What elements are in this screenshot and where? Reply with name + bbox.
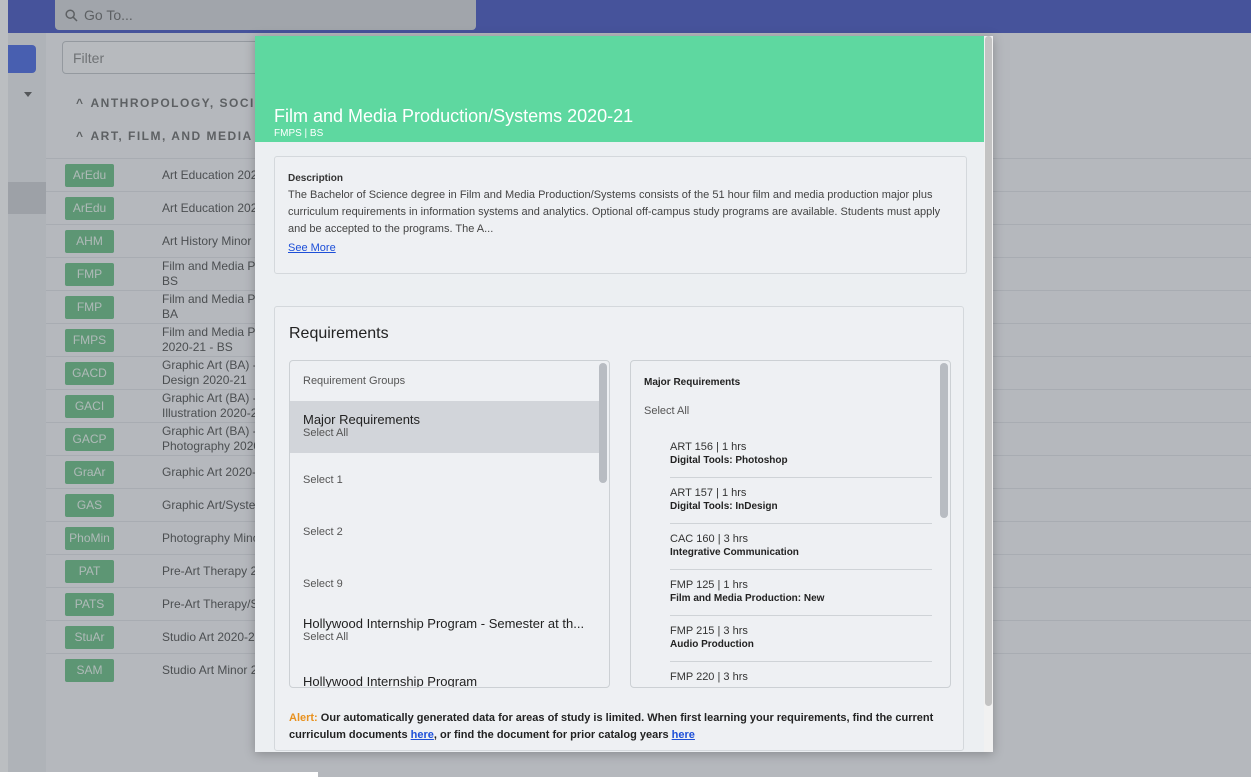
- requirement-group-name: Hollywood Internship Program - Semester …: [303, 616, 585, 631]
- course-item[interactable]: ART 156 | 1 hrs Digital Tools: Photoshop: [670, 431, 932, 478]
- course-code: ART 156 | 1 hrs: [670, 441, 747, 453]
- description-text: The Bachelor of Science degree in Film a…: [288, 189, 941, 235]
- course-name: Audio Production: [670, 639, 754, 650]
- curriculum-link[interactable]: here: [411, 729, 434, 741]
- requirement-group[interactable]: Hollywood Internship Program - Semester …: [290, 605, 600, 655]
- course-name: Film and Media Production: New: [670, 593, 825, 604]
- prior-catalog-link[interactable]: here: [672, 729, 695, 741]
- requirements-card: Requirements Requirement Groups Major Re…: [274, 306, 964, 751]
- course-name: Digital Tools: Photoshop: [670, 455, 788, 466]
- requirement-group-name: Hollywood Internship Program: [303, 674, 478, 688]
- requirement-group-rule: Select 1: [303, 474, 343, 486]
- see-more-link[interactable]: See More: [288, 242, 336, 254]
- requirement-group[interactable]: Select 2: [290, 513, 600, 553]
- groups-scrollbar[interactable]: [599, 363, 607, 483]
- requirement-group-rule: Select All: [303, 427, 349, 439]
- modal-title: Film and Media Production/Systems 2020-2…: [274, 106, 634, 126]
- description-heading: Description: [288, 173, 344, 184]
- course-code: FMP 220 | 3 hrs: [670, 671, 748, 683]
- course-item[interactable]: CAC 160 | 3 hrs Integrative Communication: [670, 523, 932, 570]
- course-code: FMP 215 | 3 hrs: [670, 625, 748, 637]
- select-all-link[interactable]: Select All: [644, 405, 689, 417]
- modal-subtitle: FMPS | BS: [274, 128, 324, 139]
- bottom-edge: [0, 772, 318, 777]
- alert-message: Alert: Our automatically generated data …: [289, 712, 934, 741]
- course-code: CAC 160 | 3 hrs: [670, 533, 749, 545]
- alert-label: Alert:: [289, 712, 318, 724]
- requirements-title: Requirements: [289, 325, 389, 342]
- modal-header: Film and Media Production/Systems 2020-2…: [255, 36, 985, 142]
- courses-scrollbar[interactable]: [940, 363, 948, 518]
- description-card: Description The Bachelor of Science degr…: [274, 156, 967, 274]
- requirement-group-rule: Select 2: [303, 526, 343, 538]
- requirement-group[interactable]: Hollywood Internship Program: [290, 661, 600, 688]
- requirement-group[interactable]: Select 1: [290, 461, 600, 501]
- course-name: Digital Tools: InDesign: [670, 501, 778, 512]
- requirement-group-name: Major Requirements: [303, 412, 421, 427]
- course-code: ART 157 | 1 hrs: [670, 487, 747, 499]
- major-requirements-panel: Major Requirements Select All ART 156 | …: [630, 360, 951, 688]
- requirement-group[interactable]: Select 9: [290, 565, 600, 605]
- modal-scroll-thumb[interactable]: [985, 36, 992, 706]
- course-item[interactable]: FMP 125 | 1 hrs Film and Media Production…: [670, 569, 932, 616]
- requirement-groups-panel: Requirement Groups Major Requirements Sel…: [289, 360, 610, 688]
- course-code: FMP 125 | 1 hrs: [670, 579, 748, 591]
- course-name: Integrative Communication: [670, 547, 799, 558]
- major-requirements-heading: Major Requirements: [644, 377, 741, 388]
- requirement-group-rule: Select 9: [303, 578, 343, 590]
- requirement-groups-heading: Requirement Groups: [303, 375, 406, 387]
- program-modal: Film and Media Production/Systems 2020-2…: [255, 36, 993, 752]
- requirement-group-rule: Select All: [303, 631, 349, 643]
- modal-scrollbar[interactable]: [984, 36, 993, 752]
- course-item[interactable]: FMP 215 | 3 hrs Audio Production: [670, 615, 932, 662]
- course-item[interactable]: ART 157 | 1 hrs Digital Tools: InDesign: [670, 477, 932, 524]
- requirement-group[interactable]: Major Requirements Select All: [290, 401, 600, 453]
- course-item[interactable]: FMP 220 | 3 hrs: [670, 661, 932, 687]
